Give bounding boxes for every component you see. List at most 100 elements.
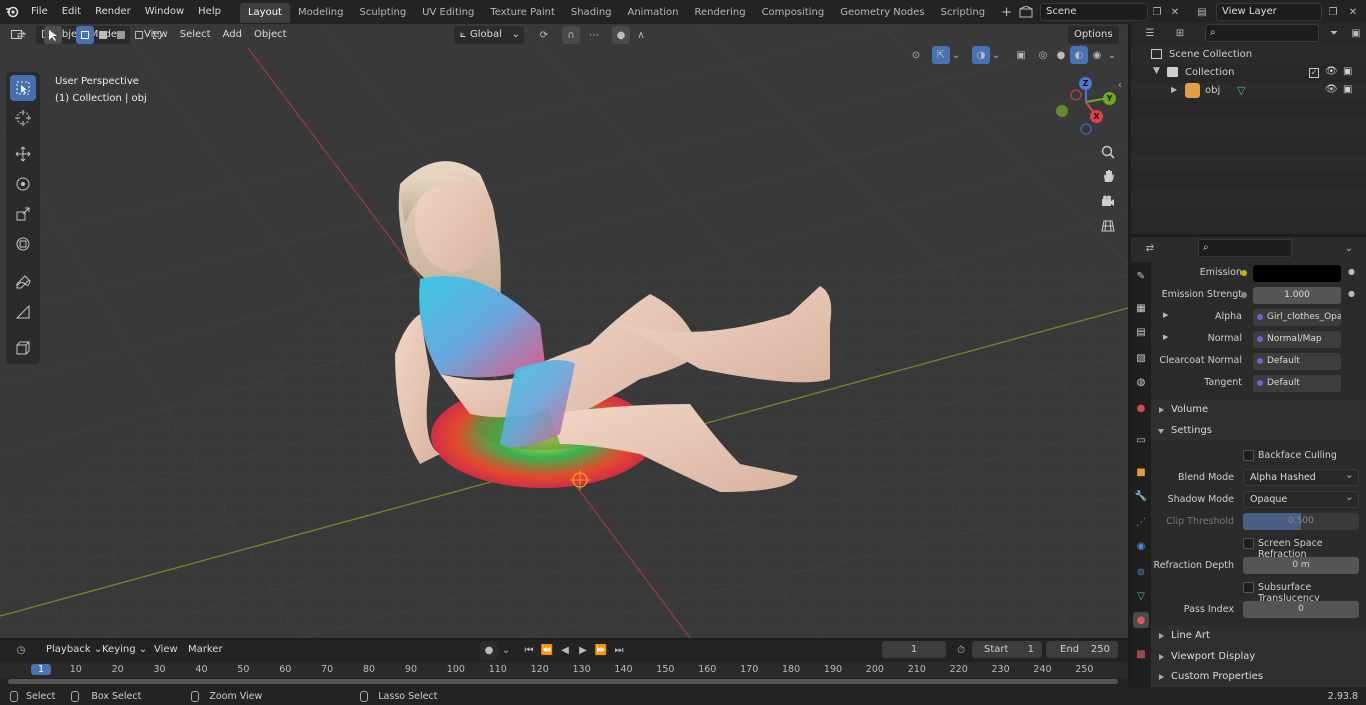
visibility-icon[interactable]: ⊙ [904, 46, 928, 64]
normal-link-field[interactable]: Normal/Map [1253, 331, 1341, 348]
collection-tab-icon[interactable]: ▭ [1133, 432, 1149, 448]
next-keyframe-icon[interactable]: ⏩ [592, 641, 610, 659]
tab-scripting[interactable]: Scripting [933, 3, 993, 23]
mode-invert-icon[interactable] [148, 26, 166, 44]
rotate-tool-icon[interactable] [10, 171, 36, 197]
close-view-layer-icon[interactable]: ✕ [1344, 3, 1362, 21]
gizmo-z-axis[interactable]: Z [1079, 77, 1092, 90]
tab-layout[interactable]: Layout [239, 3, 290, 23]
shading-material-icon[interactable]: ◐ [1070, 46, 1088, 64]
output-tab-icon[interactable]: ▤ [1133, 324, 1149, 340]
menu-file[interactable]: File [24, 0, 55, 24]
scene-icon[interactable] [1014, 3, 1038, 21]
gizmo-y-axis[interactable]: Y [1103, 92, 1116, 105]
outliner-row-obj[interactable]: ▶ obj ▽ 👁 ▣ [1131, 82, 1366, 100]
shading-dropdown-icon[interactable]: ⌄ [1106, 46, 1118, 64]
cursor-tool-icon[interactable] [10, 105, 36, 131]
modifier-tab-icon[interactable]: 🔧 [1133, 488, 1149, 504]
scale-tool-icon[interactable] [10, 201, 36, 227]
eye-icon[interactable]: 👁 [1325, 84, 1338, 95]
menu-select[interactable]: Select [174, 26, 217, 44]
snap-magnet-icon[interactable]: ∩ [562, 26, 580, 44]
clip-threshold-slider[interactable]: 0.500 [1243, 513, 1359, 530]
tangent-field[interactable]: Default [1253, 375, 1341, 392]
copy-view-layer-icon[interactable]: ❐ [1324, 3, 1342, 21]
display-mode-icon[interactable]: ⊞ [1167, 24, 1193, 42]
keyframe-dot-icon[interactable]: ● [1348, 289, 1355, 298]
blender-logo-icon[interactable] [0, 5, 24, 19]
outliner-search-input[interactable]: ⌕ [1205, 24, 1319, 42]
expand-arrow-icon[interactable]: ▶ [1163, 311, 1168, 319]
end-frame-field[interactable]: End 250 [1046, 641, 1118, 658]
jump-end-icon[interactable]: ⏭ [610, 641, 628, 659]
menu-add[interactable]: Add [217, 26, 248, 44]
transform-orientation-dropdown[interactable]: ⟀ Global ⌄ [454, 26, 524, 44]
properties-options-icon[interactable]: ⌄ [1340, 239, 1358, 257]
data-tab-icon[interactable]: ▽ [1133, 588, 1149, 604]
expand-arrow-icon[interactable]: ▶ [1163, 333, 1168, 341]
viewport-display-panel-header[interactable]: Viewport Display [1151, 647, 1366, 667]
mesh-data-icon[interactable]: ▽ [1237, 84, 1245, 97]
close-scene-icon[interactable]: ✕ [1166, 3, 1184, 21]
blend-mode-dropdown[interactable]: Alpha Hashed [1243, 467, 1359, 486]
mode-intersect-icon[interactable] [130, 26, 148, 44]
transform-tool-icon[interactable] [10, 231, 36, 257]
subsurface-translucency-checkbox[interactable] [1243, 582, 1254, 593]
zoom-view-icon[interactable] [1097, 141, 1119, 163]
tab-rendering[interactable]: Rendering [686, 3, 753, 23]
frame-ruler[interactable]: 1 10 20 30 40 50 60 70 80 90 100 110 120 130 140 150 160… [0, 662, 1128, 678]
play-reverse-icon[interactable]: ◀ [556, 641, 574, 659]
expand-arrow-icon[interactable]: ▼ [1153, 66, 1160, 76]
perspective-toggle-icon[interactable] [1097, 215, 1119, 237]
sidebar-toggle-arrow-icon[interactable]: ‹ [1118, 80, 1122, 91]
volume-panel-header[interactable]: Volume [1151, 400, 1366, 420]
start-frame-field[interactable]: Start 1 [972, 641, 1042, 658]
tab-modeling[interactable]: Modeling [290, 3, 352, 23]
outliner-row-scene-collection[interactable]: Scene Collection [1131, 46, 1366, 64]
stopwatch-icon[interactable]: ⏱ [952, 641, 970, 659]
pan-view-icon[interactable] [1097, 165, 1119, 187]
navigation-gizmo[interactable]: Z Y X [1054, 76, 1120, 140]
tab-uv-editing[interactable]: UV Editing [414, 3, 482, 23]
timeline-view-menu[interactable]: View [148, 641, 184, 659]
snap-target-icon[interactable]: ⋯ [582, 26, 606, 44]
physics-tab-icon[interactable]: ◉ [1133, 538, 1149, 554]
overlays-dropdown-icon[interactable]: ⌄ [990, 46, 1002, 64]
gizmo-toggle-icon[interactable]: ⇱ [932, 46, 950, 64]
tab-animation[interactable]: Animation [620, 3, 687, 23]
camera-icon[interactable]: ▣ [1343, 84, 1352, 95]
xray-icon[interactable]: ▣ [1012, 46, 1030, 64]
add-cube-tool-icon[interactable] [10, 335, 36, 361]
gizmo-x-axis[interactable]: X [1090, 110, 1103, 123]
annotate-tool-icon[interactable] [10, 269, 36, 295]
jump-start-icon[interactable]: ⏮ [520, 641, 538, 659]
emission-color-swatch[interactable] [1253, 265, 1341, 282]
record-icon[interactable]: ● [480, 641, 498, 659]
scene-field[interactable]: Scene [1040, 3, 1148, 21]
tab-geometry-nodes[interactable]: Geometry Nodes [832, 3, 932, 23]
particles-tab-icon[interactable]: ⋰ [1133, 514, 1149, 530]
select-box-tool[interactable] [10, 75, 36, 101]
outliner-editor-type-icon[interactable]: ☰ [1137, 24, 1163, 42]
menu-window[interactable]: Window [138, 0, 191, 24]
timeline-scrollbar[interactable] [8, 679, 1118, 684]
options-dropdown[interactable]: Options [1068, 26, 1119, 44]
object-tab-icon[interactable]: ■ [1133, 464, 1149, 480]
expand-arrow-icon[interactable]: ▶ [1171, 85, 1177, 94]
camera-view-icon[interactable] [1097, 190, 1119, 212]
overlays-toggle-icon[interactable]: ◑ [972, 46, 990, 64]
view-layer-tab-icon[interactable]: ▧ [1133, 350, 1149, 366]
pivot-icon[interactable]: ⟳ [532, 26, 556, 44]
backface-culling-checkbox[interactable] [1243, 450, 1254, 461]
move-tool-icon[interactable] [10, 141, 36, 167]
timeline-editor-type-icon[interactable]: ◷ [8, 641, 34, 659]
menu-object[interactable]: Object [248, 26, 293, 44]
3d-viewport[interactable] [0, 24, 1128, 638]
material-tab-icon[interactable]: ● [1133, 612, 1149, 628]
mode-new-icon[interactable] [76, 26, 94, 44]
view-layer-icon[interactable]: ▤ [1190, 3, 1214, 21]
keying-dropdown[interactable]: Keying ⌄ [96, 641, 153, 659]
world-tab-icon[interactable]: ● [1133, 400, 1149, 416]
line-art-panel-header[interactable]: Line Art [1151, 626, 1366, 646]
filter-icon[interactable]: ⏷ [1321, 24, 1347, 42]
